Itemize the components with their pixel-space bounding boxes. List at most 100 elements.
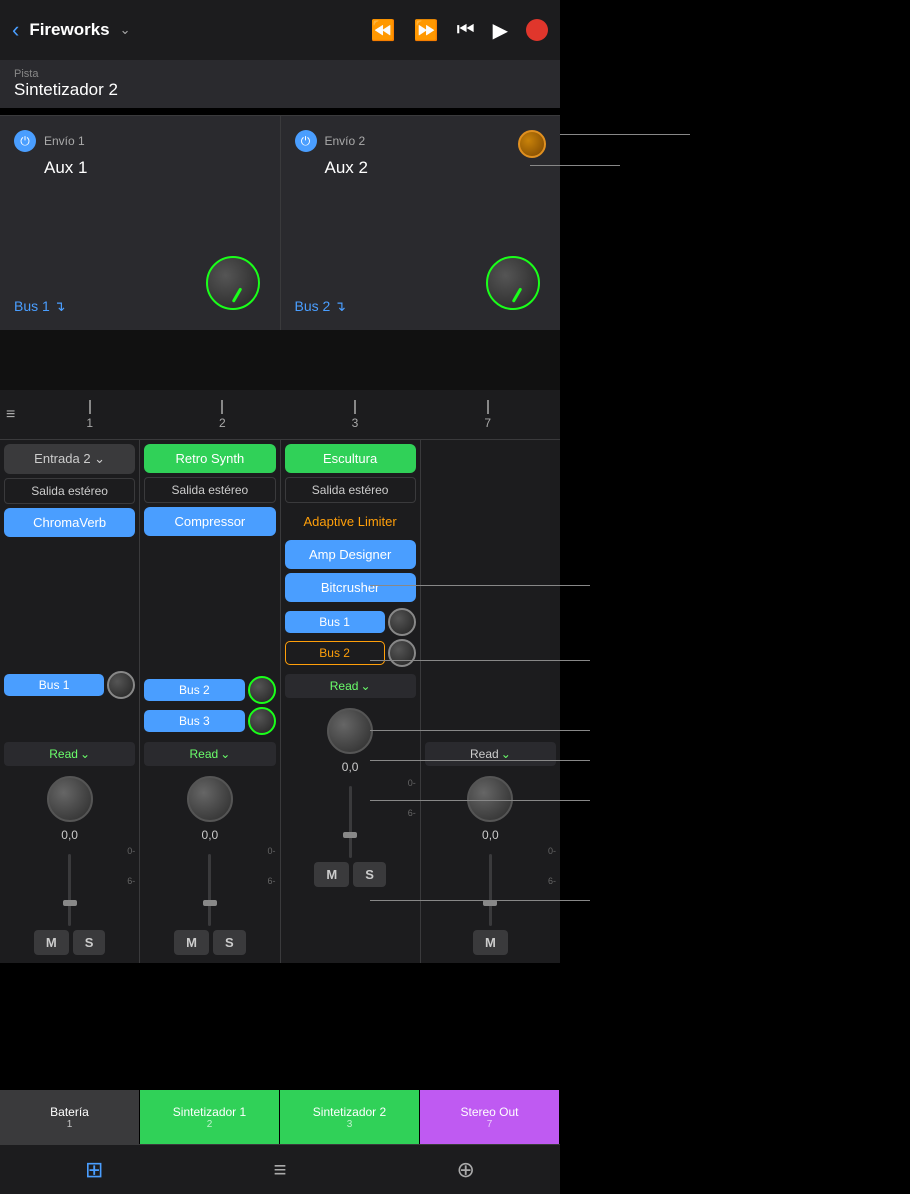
ch2-fader-handle[interactable] (203, 900, 217, 906)
ch7-fader-area: 0- 6- (425, 846, 556, 926)
ch1-input-button[interactable]: Entrada 2 ⌄ (4, 444, 135, 474)
ch3-volume-knob[interactable] (327, 708, 373, 754)
ch3-effect-adaptive[interactable]: Adaptive Limiter (285, 507, 416, 536)
track-tab-bateria[interactable]: Batería 1 (0, 1090, 140, 1144)
channel-3: Escultura Salida estéreo Adaptive Limite… (281, 440, 421, 963)
ch3-bus-row-2: Bus 2 (285, 639, 416, 667)
send-1-knob-container (206, 256, 260, 310)
ch3-mute-button[interactable]: M (314, 862, 349, 887)
mixer-headers: ≡ 1 2 3 7 (0, 390, 560, 440)
ch2-bus-knob-2[interactable] (248, 707, 276, 735)
ch3-fader-track (349, 786, 352, 858)
ch7-automation[interactable]: Read ⌄ (425, 742, 556, 766)
ch3-effect-bitcrusher[interactable]: Bitcrusher (285, 573, 416, 602)
ch3-output-label[interactable]: Salida estéreo (285, 477, 416, 503)
ch3-ms-row: M S (285, 862, 416, 887)
ch7-volume-knob[interactable] (467, 776, 513, 822)
send-1-aux: Aux 1 (44, 158, 87, 178)
annotation-line-bitcrusher (370, 660, 590, 661)
send-1-knob[interactable] (206, 256, 260, 310)
ch2-fader-track (208, 854, 211, 926)
ch1-fader-track (68, 854, 71, 926)
ch2-volume-knob[interactable] (187, 776, 233, 822)
ch3-bus-knob-1[interactable] (388, 608, 416, 636)
track-tab-stereo-out[interactable]: Stereo Out 7 (420, 1090, 560, 1144)
send-1-title: Envío 1 (44, 134, 85, 148)
ch3-bus-row-1: Bus 1 (285, 608, 416, 636)
send-2-bus[interactable]: Bus 2 ↴ (295, 298, 346, 314)
track-tab-stereo-label: Stereo Out (460, 1105, 518, 1119)
ch3-plugin-button[interactable]: Escultura (285, 444, 416, 473)
ch2-automation-label: Read (190, 747, 219, 761)
ch1-volume-knob[interactable] (47, 776, 93, 822)
ch1-solo-button[interactable]: S (73, 930, 106, 955)
channel-header-2: 2 (156, 400, 289, 430)
annotation-line-bus2 (370, 760, 590, 761)
nav-plus-icon[interactable]: ⊕ (457, 1157, 475, 1183)
track-tab-stereo-number: 7 (487, 1119, 493, 1130)
ch3-effect-amp[interactable]: Amp Designer (285, 540, 416, 569)
to-start-button[interactable]: ⏮ (457, 19, 475, 42)
nav-grid-icon[interactable]: ⊞ (85, 1157, 103, 1183)
ch3-fader-handle[interactable] (343, 832, 357, 838)
track-tab-sintetizador1[interactable]: Sintetizador 1 2 (140, 1090, 280, 1144)
track-label: Pista (14, 68, 546, 80)
ch1-volume-value: 0,0 (4, 828, 135, 842)
ch2-bus-tag-1[interactable]: Bus 2 (144, 679, 244, 701)
ch2-effect-button[interactable]: Compressor (144, 507, 275, 536)
ch3-fader-label-6: 6- (408, 808, 416, 818)
rewind-button[interactable]: ⏪ (371, 18, 396, 43)
nav-list-icon[interactable]: ≡ (274, 1157, 287, 1183)
ch-number-3: 3 (352, 416, 359, 430)
ch2-automation[interactable]: Read ⌄ (144, 742, 275, 766)
project-dropdown-arrow[interactable]: ⌄ (120, 22, 131, 38)
ch3-bus-tag-2[interactable]: Bus 2 (285, 641, 385, 665)
annotation-line-read (370, 800, 590, 801)
ch3-dropdown-area: Adaptive Limiter Amp Designer Bitcrusher (285, 507, 416, 606)
ch2-bus-tag-2[interactable]: Bus 3 (144, 710, 244, 732)
transport-controls: ⏪ ⏩ ⏮ ▶ (371, 18, 548, 43)
ch3-bus-knob-2[interactable] (388, 639, 416, 667)
ch1-output-label[interactable]: Salida estéreo (4, 478, 135, 504)
ch2-output-label[interactable]: Salida estéreo (144, 477, 275, 503)
ch1-mute-button[interactable]: M (34, 930, 69, 955)
ch1-automation[interactable]: Read ⌄ (4, 742, 135, 766)
track-tab-synth2-number: 3 (347, 1119, 353, 1130)
annotation-line-vol (370, 900, 590, 901)
track-tab-sintetizador2[interactable]: Sintetizador 2 3 (280, 1090, 420, 1144)
ch2-bus-knob-1[interactable] (248, 676, 276, 704)
orange-knob[interactable] (518, 130, 546, 158)
bottom-nav: ⊞ ≡ ⊕ (0, 1144, 560, 1194)
send-2-knob[interactable] (486, 256, 540, 310)
ch3-fader-label-0: 0- (408, 778, 416, 788)
ch2-plugin-button[interactable]: Retro Synth (144, 444, 275, 473)
send-1-bus[interactable]: Bus 1 ↴ (14, 298, 65, 314)
ch2-solo-button[interactable]: S (213, 930, 246, 955)
back-button[interactable]: ‹ (12, 17, 19, 43)
ch3-volume-value: 0,0 (285, 760, 416, 774)
ch1-bus-tag[interactable]: Bus 1 (4, 674, 104, 696)
ch7-mute-button[interactable]: M (473, 930, 508, 955)
ch1-effect-button[interactable]: ChromaVerb (4, 508, 135, 537)
ch1-bus-knob[interactable] (107, 671, 135, 699)
ch2-mute-button[interactable]: M (174, 930, 209, 955)
mixer-menu-icon[interactable]: ≡ (6, 406, 15, 424)
send-2-power-button[interactable]: ⏻ (295, 130, 317, 152)
ch3-automation[interactable]: Read ⌄ (285, 674, 416, 698)
ch7-volume-value: 0,0 (425, 828, 556, 842)
ch-number-2: 2 (219, 416, 226, 430)
ch3-bus-tag-1[interactable]: Bus 1 (285, 611, 385, 633)
record-button[interactable] (526, 19, 548, 41)
ch7-fader-track (489, 854, 492, 926)
ch1-fader-handle[interactable] (63, 900, 77, 906)
fader-line-3 (354, 400, 356, 414)
track-tab-synth1-number: 2 (207, 1119, 213, 1130)
send-1-power-button[interactable]: ⏻ (14, 130, 36, 152)
track-tab-bateria-number: 1 (67, 1119, 73, 1130)
play-button[interactable]: ▶ (493, 18, 508, 43)
ch3-automation-label: Read (330, 679, 359, 693)
send-2-header: ⏻ Envío 2 (295, 130, 366, 152)
ch3-solo-button[interactable]: S (353, 862, 386, 887)
ch1-automation-label: Read (49, 747, 78, 761)
fast-forward-button[interactable]: ⏩ (414, 18, 439, 43)
